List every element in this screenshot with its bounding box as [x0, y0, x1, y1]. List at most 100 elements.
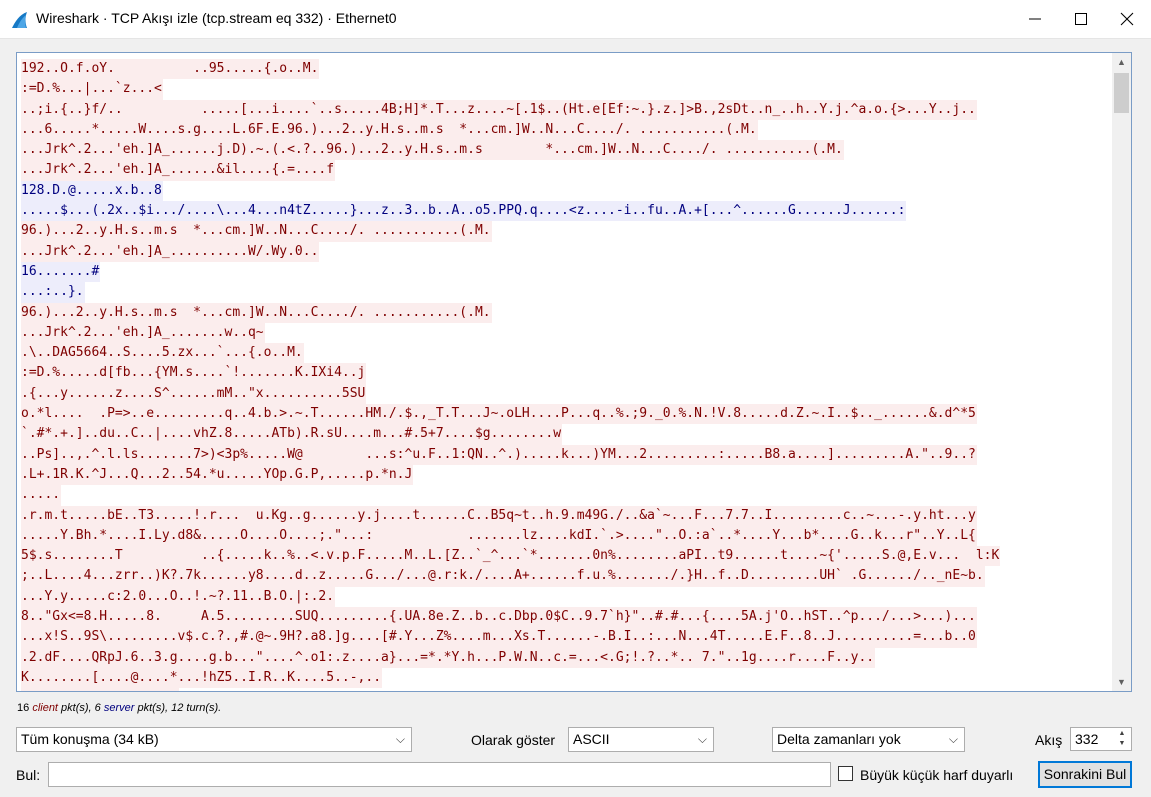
client-stream-line: ...Jrk^.2...'eh.]A_......&il....{.=....f [21, 160, 1109, 181]
client-stream-line: ...Jrk^.2...'eh.]A_......j.D).~.(.<.?..9… [21, 140, 1109, 161]
stream-line-text: .\..DAG5664..S....5.zx...`...{.o..M. [21, 343, 304, 364]
stream-line-text: 96.)...2..y.H.s..m.s *...cm.]W..N...C...… [21, 221, 492, 242]
minimize-icon [1029, 18, 1041, 20]
stream-line-text: ;..L....4...zrr..)K?.7k......y8....d..z.… [21, 566, 985, 587]
client-stream-line: ...Y.y.....c:2.0...O..!.~?.11..B.O.|:.2. [21, 586, 1109, 608]
stream-content-panel[interactable]: 192..O.f.oY. ..95.....{.o..M.:=D.%...|..… [16, 52, 1132, 692]
client-stream-line: ..... [21, 485, 1109, 506]
stream-line-text: 96.)...2..y.H.s..m.s *...cm.]W..N...C...… [21, 302, 492, 323]
window-title: Wireshark · TCP Akışı izle (tcp.stream e… [36, 10, 397, 26]
scroll-up-icon[interactable]: ▲ [1112, 53, 1131, 71]
client-stream-line: ...Jrk^.2...'eh.]A_.......w..q~ [21, 322, 1109, 344]
spin-down-icon[interactable]: ▼ [1114, 739, 1130, 749]
minimize-button[interactable] [1012, 0, 1058, 38]
client-stream-line: .r.m.t.....bE..T3.....!.r... u.Kg..g....… [21, 505, 1109, 526]
stream-line-text: ..... [21, 485, 62, 506]
server-stream-line: 128.D.@.....x.b..8 [21, 180, 1109, 202]
delta-time-select[interactable]: Delta zamanları yok ⌵ [772, 727, 965, 752]
client-stream-line: o.*l.... .P=>..e.........q..4.b.>.~.T...… [21, 404, 1109, 425]
chevron-down-icon: ⌵ [697, 732, 707, 746]
scroll-down-icon[interactable]: ▼ [1112, 673, 1131, 691]
stream-line-text: 192..O.f.oY. ..95.....{.o..M. [21, 59, 320, 80]
chevron-down-icon: ⌵ [395, 732, 405, 746]
client-stream-line: ..;i.{..}f/.. .....[...i....`..s.....4B;… [21, 99, 1109, 120]
show-as-label: Olarak göster [471, 732, 556, 748]
client-stream-line: ...x!S..9S\.........v$.c.?.,#.@~.9H?.a8.… [21, 627, 1109, 648]
stream-line-text: ...6.....*.....W....s.g....L.6F.E.96.)..… [21, 119, 758, 141]
stream-number-spinbox[interactable]: 332 ▲ ▼ [1070, 727, 1132, 751]
stream-line-text: :=D.%.....d[fb...{YM.s....`!.......K.IXi… [21, 363, 367, 384]
client-stream-line: 8.."Gx<=8.H.....8. A.5.........SUQ......… [21, 607, 1109, 628]
spin-up-icon[interactable]: ▲ [1114, 729, 1130, 739]
server-word: server [103, 702, 135, 714]
server-stream-line: .....$...(.2x..$i.../....\...4...n4tZ...… [21, 201, 1109, 222]
title-bar: Wireshark · TCP Akışı izle (tcp.stream e… [0, 0, 1151, 38]
case-sensitive-label[interactable]: Büyük küçük harf duyarlı [860, 767, 1013, 783]
stream-line-text: .2.dF....QRpJ.6..3.g....g.b..."....^.o1:… [21, 647, 876, 668]
find-next-button[interactable]: Sonrakini Bul [1038, 761, 1132, 788]
vertical-scrollbar[interactable]: ▲ ▼ [1112, 53, 1131, 691]
stream-line-text: 8.."Gx<=8.H.....8. A.5.........SUQ......… [21, 607, 977, 628]
stream-line-text: .....$...(.2x..$i.../....\...4...n4tZ...… [21, 201, 907, 222]
close-button[interactable] [1104, 0, 1150, 38]
maximize-button[interactable] [1058, 0, 1104, 38]
stream-line-text: ..;i.{..}f/.. .....[...i....`..s.....4B;… [21, 99, 977, 120]
conversation-select-value: Tüm konuşma (34 kB) [21, 731, 159, 747]
conversation-select[interactable]: Tüm konuşma (34 kB) ⌵ [16, 727, 412, 752]
show-as-select-value: ASCII [573, 731, 610, 747]
stream-line-text: 5$.s........T ..{.....k..%..<.v.p.F.....… [21, 546, 1001, 567]
client-stream-line: :=D.%...|...`z...< [21, 79, 1109, 100]
wireshark-fin-icon [12, 12, 27, 28]
case-sensitive-checkbox[interactable] [838, 766, 853, 781]
scrollbar-thumb[interactable] [1114, 73, 1129, 113]
stream-line-text: .{...y......z....S^......mM.."x.........… [21, 383, 367, 405]
client-stream-line: .{...y......z....S^......mM.."x.........… [21, 383, 1109, 405]
client-stream-line: .\..DAG5664..S....5.zx...`...{.o..M. [21, 343, 1109, 364]
stream-label: Akış [1035, 732, 1063, 748]
client-stream-line: :@..U..C....3wk....w [21, 688, 1109, 691]
client-stream-line: ..Ps]..,.^.l.ls.......7>)<3p%.....W@ ...… [21, 444, 1109, 465]
client-stream-line: `.#*.+.]..du..C..|....vhZ.8.....ATb).R.s… [21, 424, 1109, 445]
server-stream-line: ...:..}. [21, 282, 1109, 303]
client-stream-line: 96.)...2..y.H.s..m.s *...cm.]W..N...C...… [21, 221, 1109, 242]
client-stream-line: .L+.1R.K.^J...Q...2..54.*u.....YOp.G.P,.… [21, 464, 1109, 486]
stream-line-text: ...Y.y.....c:2.0...O..!.~?.11..B.O.|:.2. [21, 586, 336, 608]
summary-mid-1: pkt(s), [58, 702, 95, 714]
client-stream-line: ...Jrk^.2...'eh.]A_..........W/.Wy.0.. [21, 241, 1109, 262]
stream-line-text: .....Y.Bh.*....I.Ly.d8&.....O....O....;.… [21, 525, 977, 547]
client-stream-line: 96.)...2..y.H.s..m.s *...cm.]W..N...C...… [21, 302, 1109, 323]
stream-line-text: 128.D.@.....x.b..8 [21, 180, 163, 202]
find-input[interactable] [48, 762, 831, 787]
find-label: Bul: [16, 767, 41, 783]
show-as-select[interactable]: ASCII ⌵ [568, 727, 714, 752]
packet-summary: 16 client pkt(s), 6 server pkt(s), 12 tu… [17, 702, 221, 714]
client-word: client [32, 702, 58, 714]
client-stream-line: 5$.s........T ..{.....k..%..<.v.p.F.....… [21, 546, 1109, 567]
chevron-down-icon: ⌵ [948, 732, 958, 746]
stream-line-text: .L+.1R.K.^J...Q...2..54.*u.....YOp.G.P,.… [21, 464, 414, 486]
client-count: 16 [17, 702, 30, 714]
server-count: 6 [94, 702, 101, 714]
client-stream-line: ;..L....4...zrr..)K?.7k......y8....d..z.… [21, 566, 1109, 587]
close-icon [1120, 12, 1134, 26]
stream-line-text: :@..U..C....3wk....w [21, 688, 179, 691]
client-stream-line: .2.dF....QRpJ.6..3.g....g.b..."....^.o1:… [21, 647, 1109, 668]
server-stream-line: 16.......# [21, 261, 1109, 283]
stream-line-text: ...:..}. [21, 282, 85, 303]
stream-line-text: ...Jrk^.2...'eh.]A_......j.D).~.(.<.?..9… [21, 140, 844, 161]
stream-line-text: o.*l.... .P=>..e.........q..4.b.>.~.T...… [21, 404, 977, 425]
stream-number-value: 332 [1075, 731, 1099, 747]
delta-time-select-value: Delta zamanları yok [777, 731, 901, 747]
stream-line-text: ...Jrk^.2...'eh.]A_..........W/.Wy.0.. [21, 241, 320, 262]
stream-line-text: `.#*.+.]..du..C..|....vhZ.8.....ATb).R.s… [21, 424, 563, 445]
title-divider [0, 38, 1151, 39]
stream-line-text: ...Jrk^.2...'eh.]A_.......w..q~ [21, 322, 265, 344]
client-stream-line: K........[....@....*...!hZ5..I.R..K....5… [21, 667, 1109, 689]
client-stream-line: .....Y.Bh.*....I.Ly.d8&.....O....O....;.… [21, 525, 1109, 547]
client-stream-line: 192..O.f.oY. ..95.....{.o..M. [21, 59, 1109, 80]
client-stream-line: :=D.%.....d[fb...{YM.s....`!.......K.IXi… [21, 363, 1109, 384]
stream-text[interactable]: 192..O.f.oY. ..95.....{.o..M.:=D.%...|..… [21, 59, 1109, 691]
stream-line-text: ...x!S..9S\.........v$.c.?.,#.@~.9H?.a8.… [21, 627, 977, 648]
stream-line-text: :=D.%...|...`z...< [21, 79, 163, 100]
stream-line-text: ...Jrk^.2...'eh.]A_......&il....{.=....f [21, 160, 336, 181]
